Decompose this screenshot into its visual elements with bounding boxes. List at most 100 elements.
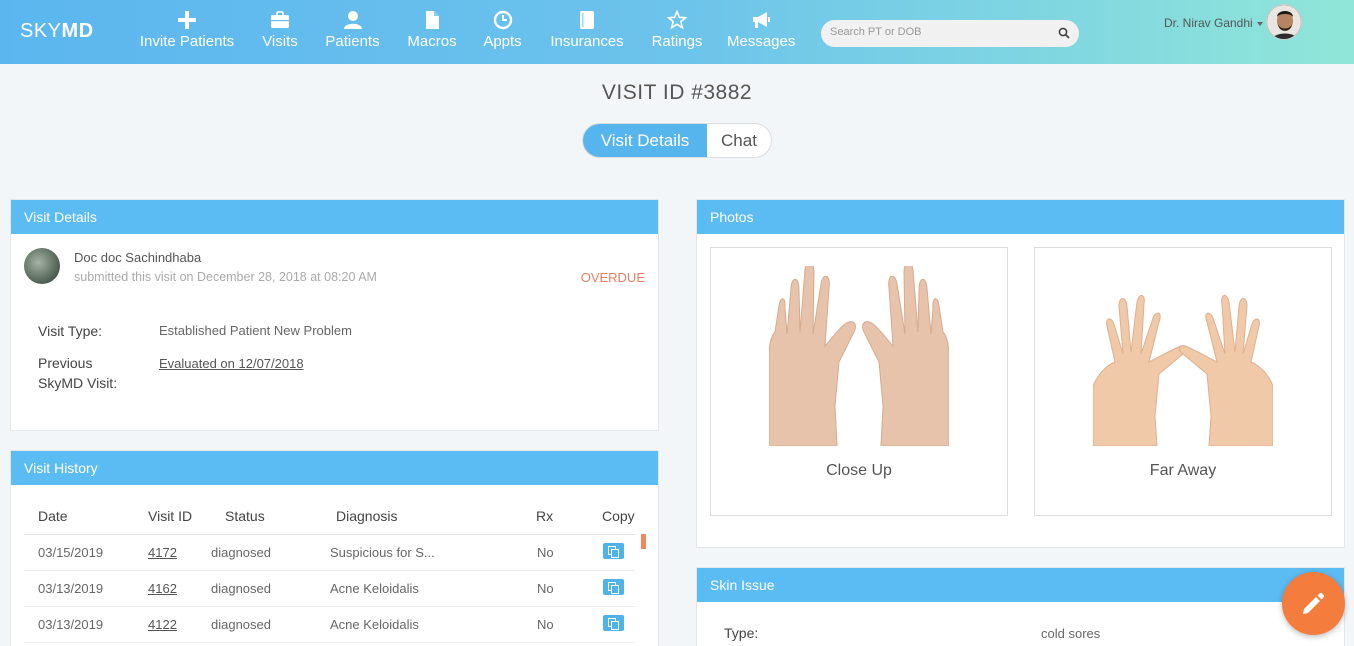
- book-icon: [580, 11, 594, 29]
- nav-insurances[interactable]: Insurances: [548, 0, 626, 64]
- cell-copy: [588, 606, 635, 643]
- nav-appts[interactable]: Appts: [481, 0, 524, 64]
- submitter-avatar: [24, 248, 60, 284]
- cell-rx: No: [522, 606, 588, 643]
- nav-label: Invite Patients: [139, 33, 235, 50]
- skin-type-value: cold sores: [1041, 626, 1101, 641]
- file-icon: [426, 11, 439, 29]
- skymd-logo[interactable]: SKYMD: [20, 20, 94, 43]
- photo-far-away[interactable]: Far Away: [1034, 247, 1332, 516]
- label-line: Previous: [38, 355, 93, 371]
- far-away-image: [1093, 266, 1273, 446]
- status-badge: OVERDUE: [580, 270, 645, 285]
- search-input[interactable]: [830, 26, 1050, 38]
- photo-close-up[interactable]: Close Up: [710, 247, 1008, 516]
- cell-status: diagnosed: [211, 534, 322, 571]
- previous-visit-link[interactable]: Evaluated on 12/07/2018: [159, 356, 304, 371]
- photo-caption: Close Up: [826, 462, 892, 479]
- star-icon: [667, 10, 687, 30]
- person-icon: [343, 11, 362, 29]
- table-header-row: Date Visit ID Status Diagnosis Rx Copy: [24, 498, 635, 535]
- nav-label: Macros: [407, 33, 457, 50]
- column-header: Rx: [522, 498, 588, 535]
- cell-status: diagnosed: [211, 606, 322, 643]
- panel-heading: Visit History: [11, 451, 658, 485]
- submitted-date: submitted this visit on December 28, 201…: [74, 270, 377, 284]
- column-header[interactable]: Date: [24, 498, 134, 535]
- nav-patients[interactable]: Patients: [324, 0, 381, 64]
- table-row[interactable]: 03/13/2019 4162 diagnosed Acne Keloidali…: [24, 570, 635, 607]
- nav-messages[interactable]: Messages: [727, 0, 795, 64]
- copy-icon[interactable]: [603, 542, 624, 559]
- search-box: [821, 20, 1079, 47]
- column-header[interactable]: Visit ID: [134, 498, 211, 535]
- visit-id-link[interactable]: 4172: [148, 545, 177, 560]
- nav-label: Messages: [727, 33, 796, 50]
- caret-down-icon: [1256, 21, 1263, 26]
- cell-date: 03/15/2019: [24, 534, 134, 571]
- cell-date: 03/13/2019: [24, 606, 134, 643]
- table-row[interactable]: 03/13/2019 4122 diagnosed Acne Keloidali…: [24, 606, 635, 643]
- nav-visits[interactable]: Visits: [260, 0, 300, 64]
- top-navbar: SKYMD Invite Patients Visits Patients Ma…: [0, 0, 1354, 64]
- panel-heading: Photos: [697, 200, 1344, 234]
- nav-invite-patients[interactable]: Invite Patients: [139, 0, 235, 64]
- plus-icon: [178, 11, 196, 29]
- label-line: SkyMD Visit:: [38, 375, 118, 391]
- visit-history-table: Date Visit ID Status Diagnosis Rx Copy 0…: [24, 498, 635, 643]
- visit-details-panel: Visit Details Doc doc Sachindhaba submit…: [10, 199, 659, 431]
- cell-visit-id: 4122: [134, 606, 211, 643]
- photo-caption: Far Away: [1149, 462, 1217, 479]
- user-avatar[interactable]: [1266, 4, 1302, 40]
- cell-diagnosis: Acne Keloidalis: [322, 606, 522, 643]
- cell-visit-id: 4172: [134, 534, 211, 571]
- megaphone-icon: [753, 12, 770, 28]
- nav-label: Appts: [483, 33, 522, 50]
- cell-copy: [588, 534, 635, 571]
- skin-type-label: Type:: [724, 625, 759, 641]
- edit-fab-button[interactable]: [1282, 572, 1345, 635]
- visit-id-link[interactable]: 4162: [148, 581, 177, 596]
- visit-type-value: Established Patient New Problem: [159, 323, 352, 338]
- nav-label: Ratings: [651, 33, 703, 50]
- cell-status: diagnosed: [211, 570, 322, 607]
- column-header[interactable]: Diagnosis: [322, 498, 522, 535]
- copy-icon[interactable]: [603, 578, 624, 595]
- visit-history-panel: Visit History Date Visit ID Status Diagn…: [10, 450, 659, 646]
- search-icon[interactable]: [1058, 27, 1070, 39]
- user-menu[interactable]: Dr. Nirav Gandhi: [1164, 16, 1263, 30]
- scrollbar-thumb[interactable]: [641, 534, 646, 549]
- copy-icon[interactable]: [603, 614, 624, 631]
- close-up-image: [769, 266, 949, 446]
- nav-label: Patients: [325, 33, 380, 50]
- nav-ratings[interactable]: Ratings: [650, 0, 704, 64]
- page-title: VISIT ID #3882: [601, 81, 753, 104]
- clock-icon: [493, 10, 512, 30]
- submitter-name: Doc doc Sachindhaba: [74, 250, 202, 265]
- tab-visit-details[interactable]: Visit Details: [583, 124, 707, 157]
- cell-diagnosis: Acne Keloidalis: [322, 570, 522, 607]
- nav-label: Insurances: [550, 33, 624, 50]
- view-toggle: Visit Details Chat: [582, 123, 772, 158]
- user-name: Dr. Nirav Gandhi: [1164, 16, 1253, 30]
- cell-date: 03/13/2019: [24, 570, 134, 607]
- cell-diagnosis: Suspicious for S...: [322, 534, 522, 571]
- panel-heading: Visit Details: [11, 200, 658, 234]
- skin-issue-panel: Skin Issue Type: cold sores: [696, 567, 1345, 646]
- visit-type-label: Visit Type:: [38, 323, 103, 339]
- pencil-icon: [1303, 592, 1325, 614]
- column-header[interactable]: Status: [211, 498, 322, 535]
- table-row[interactable]: 03/15/2019 4172 diagnosed Suspicious for…: [24, 534, 635, 571]
- previous-visit-label: Previous SkyMD Visit:: [38, 353, 117, 393]
- cell-rx: No: [522, 534, 588, 571]
- cell-visit-id: 4162: [134, 570, 211, 607]
- cell-rx: No: [522, 570, 588, 607]
- nav-macros[interactable]: Macros: [406, 0, 458, 64]
- nav-label: Visits: [262, 33, 298, 50]
- column-header: Copy: [588, 498, 635, 535]
- visit-id-link[interactable]: 4122: [148, 617, 177, 632]
- tab-chat[interactable]: Chat: [707, 124, 771, 157]
- briefcase-icon: [271, 11, 289, 28]
- panel-heading: Skin Issue: [697, 568, 1344, 602]
- photos-panel: Photos Close Up Far Away: [696, 199, 1345, 548]
